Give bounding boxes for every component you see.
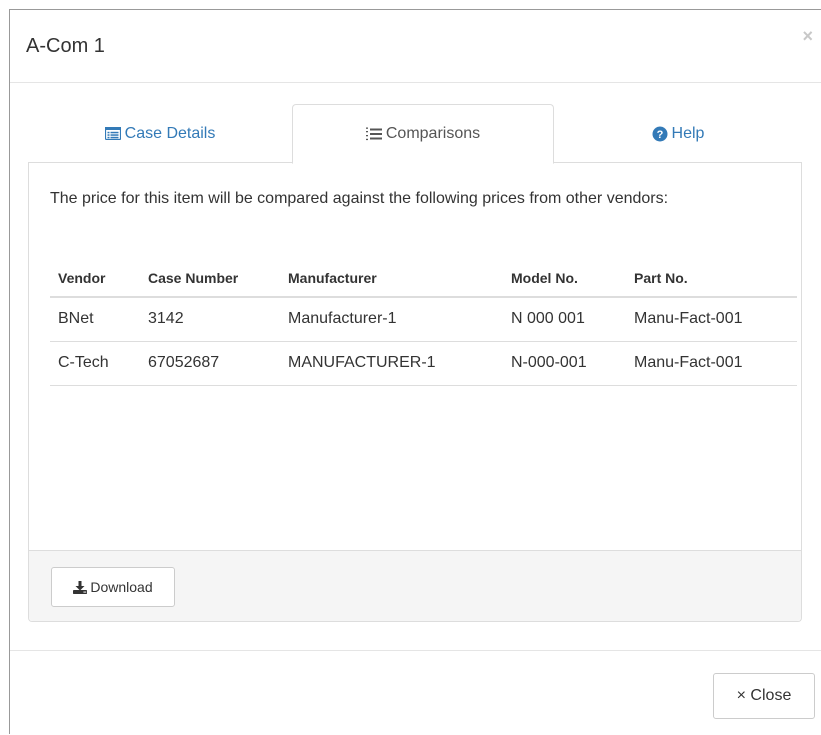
cell-model-no: N 000 001 (503, 297, 626, 342)
cell-manufacturer: MANUFACTURER-1 (280, 341, 503, 386)
svg-text:?: ? (656, 129, 663, 141)
cell-part-no: Manu-Fact-001 (626, 341, 797, 386)
column-header-case-number: Case Number (140, 259, 280, 298)
download-icon (73, 580, 88, 594)
panel-footer: Download (29, 550, 801, 621)
modal-dialog: A-Com 1 × Case Details Comparisons ? Hel… (9, 9, 821, 734)
tab-comparisons-label: Comparisons (385, 125, 481, 142)
cell-model-no: N-000-001 (503, 341, 626, 386)
column-header-manufacturer: Manufacturer (280, 259, 503, 298)
column-header-part-no: Part No. (626, 259, 797, 298)
comparison-table: Vendor Case Number Manufacturer Model No… (50, 259, 797, 386)
table-row: BNet 3142 Manufacturer-1 N 000 001 Manu-… (50, 297, 797, 342)
cell-part-no: Manu-Fact-001 (626, 297, 797, 342)
table-row: C-Tech 67052687 MANUFACTURER-1 N-000-001… (50, 341, 797, 386)
tab-help-label: Help (671, 124, 705, 142)
modal-title: A-Com 1 (26, 35, 105, 57)
list-alt-icon (104, 127, 121, 140)
column-header-model-no: Model No. (503, 259, 626, 298)
download-button-label: Download (90, 579, 153, 595)
comparison-intro-text: The price for this item will be compared… (50, 190, 669, 207)
tab-bar: Case Details Comparisons ? Help (28, 104, 802, 164)
column-header-vendor: Vendor (50, 259, 140, 298)
question-circle-icon: ? (652, 126, 668, 142)
cell-case-number: 67052687 (140, 341, 280, 386)
tab-case-details[interactable]: Case Details (28, 104, 292, 163)
download-button[interactable]: Download (51, 567, 175, 607)
cell-vendor: BNet (50, 297, 140, 342)
close-button[interactable]: × Close (713, 673, 815, 719)
cell-manufacturer: Manufacturer-1 (280, 297, 503, 342)
modal-header: A-Com 1 × (10, 10, 821, 83)
close-icon[interactable]: × (802, 27, 813, 45)
modal-footer: × Close (10, 650, 821, 735)
list-ol-icon (365, 127, 382, 141)
table-header-row: Vendor Case Number Manufacturer Model No… (50, 259, 797, 298)
cell-vendor: C-Tech (50, 341, 140, 386)
comparisons-panel: The price for this item will be compared… (28, 163, 802, 622)
cell-case-number: 3142 (140, 297, 280, 342)
panel-body: The price for this item will be compared… (29, 163, 801, 551)
tab-case-details-label: Case Details (124, 124, 216, 142)
tab-help[interactable]: ? Help (554, 104, 802, 163)
tab-comparisons[interactable]: Comparisons (292, 104, 554, 164)
